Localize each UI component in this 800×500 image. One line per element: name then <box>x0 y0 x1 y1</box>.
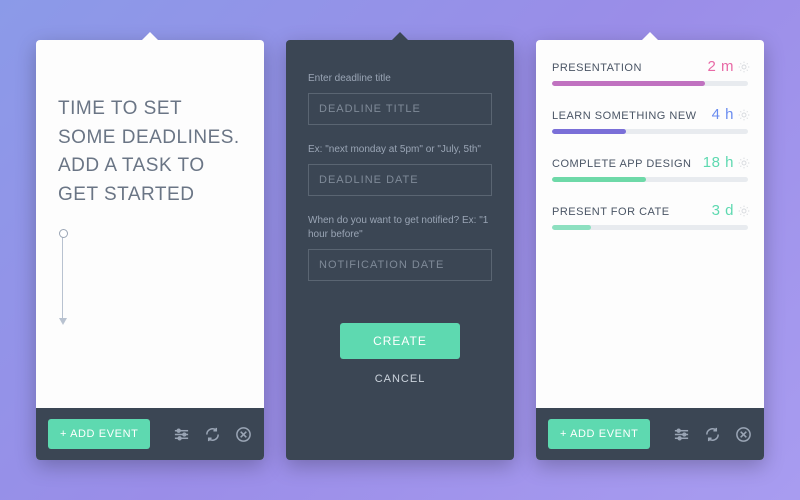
popover-pointer <box>141 32 159 41</box>
progress-bar <box>552 81 748 86</box>
deadline-title-input[interactable] <box>308 93 492 125</box>
progress-bar-fill <box>552 81 705 86</box>
progress-bar-fill <box>552 177 646 182</box>
progress-bar <box>552 129 748 134</box>
event-list-card: PRESENTATION 2 m LEARN SOMETHING NEW 4 h COM… <box>536 40 764 460</box>
intro-text: TIME TO SET SOME DEADLINES. ADD A TASK T… <box>58 95 242 209</box>
card-footer: + ADD EVENT <box>36 408 264 460</box>
create-event-card: Enter deadline title Ex: "next monday at… <box>286 40 514 460</box>
event-time-remaining: 2 m <box>707 58 734 75</box>
footer-icons <box>173 426 252 443</box>
add-event-button[interactable]: + ADD EVENT <box>48 419 150 449</box>
form-body: Enter deadline title Ex: "next monday at… <box>286 40 514 460</box>
popover-pointer <box>391 32 409 41</box>
date-label: Ex: "next monday at 5pm" or "July, 5th" <box>308 143 492 157</box>
event-row[interactable]: PRESENTATION 2 m <box>552 58 748 86</box>
gear-icon[interactable] <box>738 108 750 126</box>
close-icon[interactable] <box>735 426 752 443</box>
empty-state-card: TIME TO SET SOME DEADLINES. ADD A TASK T… <box>36 40 264 460</box>
deadline-date-input[interactable] <box>308 164 492 196</box>
cancel-button[interactable]: CANCEL <box>375 373 426 385</box>
add-event-button[interactable]: + ADD EVENT <box>548 419 650 449</box>
timeline-placeholder-icon <box>62 233 64 323</box>
gear-icon[interactable] <box>738 204 750 222</box>
notification-date-input[interactable] <box>308 249 492 281</box>
progress-bar <box>552 177 748 182</box>
event-time-remaining: 4 h <box>712 106 734 123</box>
gear-icon[interactable] <box>738 156 750 174</box>
create-button[interactable]: CREATE <box>340 323 460 359</box>
event-title: LEARN SOMETHING NEW <box>552 110 697 122</box>
popover-pointer <box>641 32 659 41</box>
event-row[interactable]: LEARN SOMETHING NEW 4 h <box>552 106 748 134</box>
event-time-remaining: 3 d <box>712 202 734 219</box>
event-row[interactable]: COMPLETE APP DESIGN 18 h <box>552 154 748 182</box>
refresh-icon[interactable] <box>204 426 221 443</box>
event-title: PRESENT FOR CATE <box>552 206 670 218</box>
event-title: COMPLETE APP DESIGN <box>552 158 692 170</box>
refresh-icon[interactable] <box>704 426 721 443</box>
gear-icon[interactable] <box>738 60 750 78</box>
footer-icons <box>673 426 752 443</box>
close-icon[interactable] <box>235 426 252 443</box>
event-time-remaining: 18 h <box>703 154 734 171</box>
progress-bar <box>552 225 748 230</box>
event-title: PRESENTATION <box>552 62 642 74</box>
progress-bar-fill <box>552 225 591 230</box>
settings-sliders-icon[interactable] <box>673 426 690 443</box>
notify-label: When do you want to get notified? Ex: "1… <box>308 214 492 242</box>
intro-block: TIME TO SET SOME DEADLINES. ADD A TASK T… <box>36 40 264 408</box>
event-row[interactable]: PRESENT FOR CATE 3 d <box>552 202 748 230</box>
settings-sliders-icon[interactable] <box>173 426 190 443</box>
event-list: PRESENTATION 2 m LEARN SOMETHING NEW 4 h COM… <box>536 40 764 408</box>
progress-bar-fill <box>552 129 626 134</box>
card-footer: + ADD EVENT <box>536 408 764 460</box>
title-label: Enter deadline title <box>308 72 492 86</box>
